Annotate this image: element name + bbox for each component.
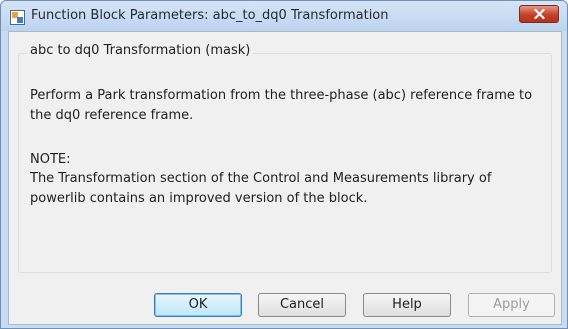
note-label: NOTE: xyxy=(30,152,71,167)
mask-group-title: abc to dq0 Transformation (mask) xyxy=(27,43,254,58)
close-button[interactable] xyxy=(519,5,559,23)
dialog-body: abc to dq0 Transformation (mask) Perform… xyxy=(8,31,562,325)
window-title: Function Block Parameters: abc_to_dq0 Tr… xyxy=(31,8,389,23)
simulink-block-icon xyxy=(10,10,25,25)
mask-description: Perform a Park transformation from the t… xyxy=(30,88,533,123)
apply-button: Apply xyxy=(468,293,555,317)
close-icon xyxy=(534,9,545,19)
title-bar[interactable]: Function Block Parameters: abc_to_dq0 Tr… xyxy=(1,1,567,31)
ok-button[interactable]: OK xyxy=(154,293,242,317)
help-button[interactable]: Help xyxy=(363,293,451,317)
note-text: The Transformation section of the Contro… xyxy=(30,171,492,206)
dialog-window: Function Block Parameters: abc_to_dq0 Tr… xyxy=(0,0,568,329)
cancel-button[interactable]: Cancel xyxy=(258,293,346,317)
